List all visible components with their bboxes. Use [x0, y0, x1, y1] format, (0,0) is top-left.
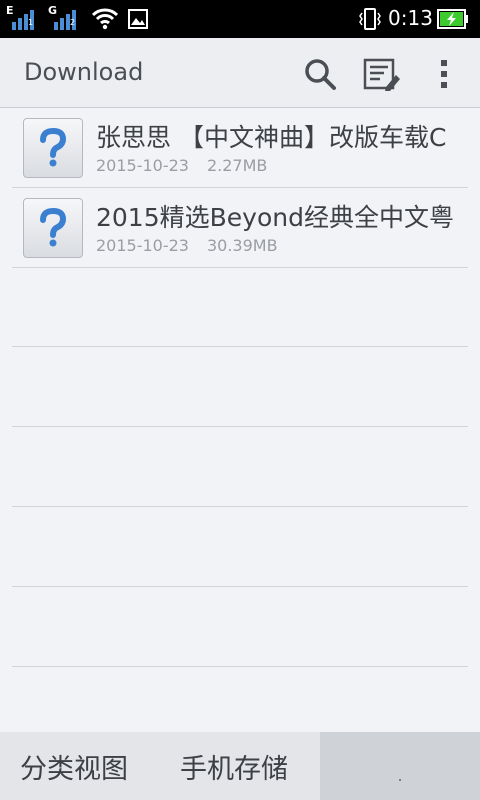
file-meta: 2015-10-23 30.39MB: [96, 236, 278, 255]
wifi-icon: [91, 8, 119, 34]
action-bar: Download: [0, 38, 480, 108]
file-size: 30.39MB: [206, 236, 278, 255]
sim1-signal-icon: E 1: [6, 4, 40, 30]
list-item[interactable]: 张思思 【中文神曲】改版车载C 2015-10-23 2.27MB: [12, 108, 468, 188]
sim1-slot-label: 1: [28, 18, 34, 27]
sim2-slot-label: 2: [70, 18, 76, 27]
clock-time: 0:13: [388, 6, 433, 30]
image-icon: [128, 9, 148, 33]
unknown-file-icon: [23, 198, 83, 258]
search-icon[interactable]: [298, 52, 342, 96]
divider: [12, 666, 468, 667]
divider: [12, 346, 468, 347]
list-item[interactable]: 2015精选Beyond经典全中文粤 2015-10-23 30.39MB: [12, 188, 468, 268]
edit-list-icon[interactable]: [360, 52, 404, 96]
file-size: 2.27MB: [206, 156, 268, 175]
file-date: 2015-10-23: [96, 236, 189, 255]
tab-extra[interactable]: .: [320, 732, 480, 800]
tab-phone-storage[interactable]: 手机存储: [180, 732, 288, 800]
tab-category-view[interactable]: 分类视图: [20, 732, 128, 800]
page-title: Download: [24, 58, 144, 86]
file-name: 张思思 【中文神曲】改版车载C: [96, 123, 447, 152]
divider: [12, 426, 468, 427]
more-vert-icon[interactable]: [422, 52, 466, 96]
file-meta: 2015-10-23 2.27MB: [96, 156, 267, 175]
divider: [12, 586, 468, 587]
status-bar: E 1 G 2 0:13: [0, 0, 480, 38]
file-date: 2015-10-23: [96, 156, 189, 175]
file-name: 2015精选Beyond经典全中文粤: [96, 203, 454, 232]
unknown-file-icon: [23, 118, 83, 178]
sim2-signal-icon: G 2: [48, 4, 82, 30]
bottom-tab-bar: 分类视图 手机存储 .: [0, 732, 480, 800]
battery-charging-icon: [437, 9, 469, 33]
file-list: 张思思 【中文神曲】改版车载C 2015-10-23 2.27MB 2015精选B…: [0, 108, 480, 732]
vibrate-icon: [357, 8, 383, 34]
divider: [12, 506, 468, 507]
